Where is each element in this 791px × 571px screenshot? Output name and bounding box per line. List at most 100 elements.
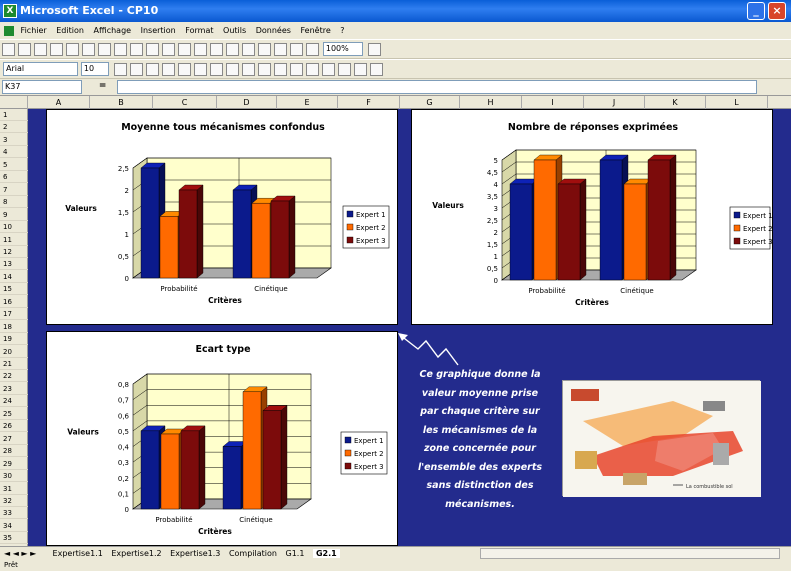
column-header-g[interactable]: G bbox=[400, 96, 460, 109]
row-header-18[interactable]: 18 bbox=[0, 321, 28, 333]
horizontal-scrollbar[interactable] bbox=[480, 548, 780, 559]
column-header-j[interactable]: J bbox=[584, 96, 645, 109]
column-header-l[interactable]: L bbox=[706, 96, 768, 109]
row-header-3[interactable]: 3 bbox=[0, 134, 28, 146]
function-icon[interactable] bbox=[242, 43, 255, 56]
row-header-31[interactable]: 31 bbox=[0, 483, 28, 495]
save-icon[interactable] bbox=[34, 43, 47, 56]
permission-icon[interactable] bbox=[50, 43, 63, 56]
fill-color-icon[interactable] bbox=[353, 63, 367, 76]
tab-compilation[interactable]: Compilation bbox=[229, 549, 277, 558]
bold-icon[interactable] bbox=[113, 63, 127, 76]
row-header-26[interactable]: 26 bbox=[0, 420, 28, 433]
sort-desc-icon[interactable] bbox=[274, 43, 287, 56]
print-icon[interactable] bbox=[66, 43, 79, 56]
select-all-corner[interactable] bbox=[0, 96, 28, 109]
tab-expertise-1-3[interactable]: Expertise1.3 bbox=[170, 549, 220, 558]
row-header-2[interactable]: 2 bbox=[0, 121, 28, 134]
font-color-icon[interactable] bbox=[369, 63, 383, 76]
chart-moyenne[interactable]: Moyenne tous mécanismes confondus 0 0,5 1 1,… bbox=[46, 109, 398, 325]
menu-donnees[interactable]: Données bbox=[256, 26, 291, 35]
row-header-32[interactable]: 32 bbox=[0, 495, 28, 507]
row-header-10[interactable]: 10 bbox=[0, 221, 28, 234]
row-header-35[interactable]: 35 bbox=[0, 532, 28, 545]
row-header-27[interactable]: 27 bbox=[0, 433, 28, 445]
formula-input[interactable] bbox=[117, 80, 758, 94]
row-header-12[interactable]: 12 bbox=[0, 246, 28, 258]
new-icon[interactable] bbox=[2, 43, 15, 56]
minimize-icon[interactable]: _ bbox=[747, 2, 765, 20]
row-header-11[interactable]: 11 bbox=[0, 234, 28, 246]
column-header-c[interactable]: C bbox=[153, 96, 217, 109]
column-header-k[interactable]: K bbox=[645, 96, 706, 109]
row-header-28[interactable]: 28 bbox=[0, 445, 28, 458]
row-header-6[interactable]: 6 bbox=[0, 171, 28, 184]
spelling-icon[interactable] bbox=[98, 43, 111, 56]
increase-decimal-icon[interactable] bbox=[273, 63, 287, 76]
drawing-icon[interactable] bbox=[306, 43, 319, 56]
row-header-33[interactable]: 33 bbox=[0, 507, 28, 520]
underline-icon[interactable] bbox=[145, 63, 159, 76]
merge-icon[interactable] bbox=[209, 63, 223, 76]
tab-scroll-buttons[interactable]: ◄ ◄ ► ► bbox=[0, 547, 50, 560]
row-header-8[interactable]: 8 bbox=[0, 196, 28, 209]
menu-format[interactable]: Format bbox=[185, 26, 213, 35]
menu-insertion[interactable]: Insertion bbox=[141, 26, 176, 35]
row-header-22[interactable]: 22 bbox=[0, 370, 28, 383]
menu-fichier[interactable]: Fichier bbox=[21, 26, 47, 35]
chart-reponses[interactable]: Nombre de réponses exprimées 0 0,5 1 1,5 2 2,5… bbox=[411, 109, 773, 325]
column-header-d[interactable]: D bbox=[217, 96, 277, 109]
redo-icon[interactable] bbox=[194, 43, 207, 56]
column-header-h[interactable]: H bbox=[460, 96, 522, 109]
align-left-icon[interactable] bbox=[161, 63, 175, 76]
row-header-23[interactable]: 23 bbox=[0, 383, 28, 395]
row-header-34[interactable]: 34 bbox=[0, 520, 28, 532]
decrease-decimal-icon[interactable] bbox=[289, 63, 303, 76]
menu-affichage[interactable]: Affichage bbox=[93, 26, 131, 35]
autosum-icon[interactable] bbox=[226, 43, 239, 56]
help-icon[interactable] bbox=[367, 43, 381, 56]
close-icon[interactable]: × bbox=[768, 2, 786, 20]
row-header-29[interactable]: 29 bbox=[0, 458, 28, 470]
align-right-icon[interactable] bbox=[193, 63, 207, 76]
font-size-select[interactable]: 10 bbox=[80, 62, 109, 76]
column-header-i[interactable]: I bbox=[522, 96, 584, 109]
cut-icon[interactable] bbox=[114, 43, 127, 56]
hyperlink-icon[interactable] bbox=[210, 43, 223, 56]
row-header-20[interactable]: 20 bbox=[0, 346, 28, 358]
align-center-icon[interactable] bbox=[177, 63, 191, 76]
font-select[interactable]: Arial bbox=[3, 62, 78, 76]
sort-asc-icon[interactable] bbox=[258, 43, 271, 56]
sheet-area[interactable]: Moyenne tous mécanismes confondus 0 0,5 1 1,… bbox=[28, 109, 791, 546]
row-header-16[interactable]: 16 bbox=[0, 296, 28, 308]
indent-icon[interactable] bbox=[321, 63, 335, 76]
percent-icon[interactable] bbox=[241, 63, 255, 76]
menu-edition[interactable]: Edition bbox=[56, 26, 84, 35]
menu-fenetre[interactable]: Fenêtre bbox=[300, 26, 330, 35]
outdent-icon[interactable] bbox=[305, 63, 319, 76]
zoom-select[interactable]: 100% bbox=[322, 42, 363, 56]
row-header-5[interactable]: 5 bbox=[0, 159, 28, 171]
row-header-14[interactable]: 14 bbox=[0, 271, 28, 283]
column-header-f[interactable]: F bbox=[338, 96, 400, 109]
row-header-19[interactable]: 19 bbox=[0, 333, 28, 346]
row-header-7[interactable]: 7 bbox=[0, 184, 28, 196]
row-header-1[interactable]: 1 bbox=[0, 109, 28, 121]
name-box[interactable]: K37 bbox=[2, 80, 82, 94]
undo-icon[interactable] bbox=[178, 43, 191, 56]
preview-icon[interactable] bbox=[82, 43, 95, 56]
chart-ecart-type[interactable]: Ecart type 0 0,1 0,2 0,3 0,4 0,5 0,6 0,7 0,8 Proba… bbox=[46, 331, 398, 546]
format-painter-icon[interactable] bbox=[162, 43, 175, 56]
row-header-17[interactable]: 17 bbox=[0, 308, 28, 321]
copy-icon[interactable] bbox=[130, 43, 143, 56]
column-header-b[interactable]: B bbox=[90, 96, 153, 109]
thousands-icon[interactable] bbox=[257, 63, 271, 76]
row-header-30[interactable]: 30 bbox=[0, 470, 28, 483]
tab-g1-1[interactable]: G1.1 bbox=[286, 549, 305, 558]
tab-g2-1[interactable]: G2.1 bbox=[312, 549, 340, 558]
column-header-e[interactable]: E bbox=[277, 96, 338, 109]
menu-help[interactable]: ? bbox=[340, 26, 344, 35]
tab-expertise-1-2[interactable]: Expertise1.2 bbox=[111, 549, 161, 558]
row-header-13[interactable]: 13 bbox=[0, 258, 28, 271]
row-header-24[interactable]: 24 bbox=[0, 395, 28, 408]
